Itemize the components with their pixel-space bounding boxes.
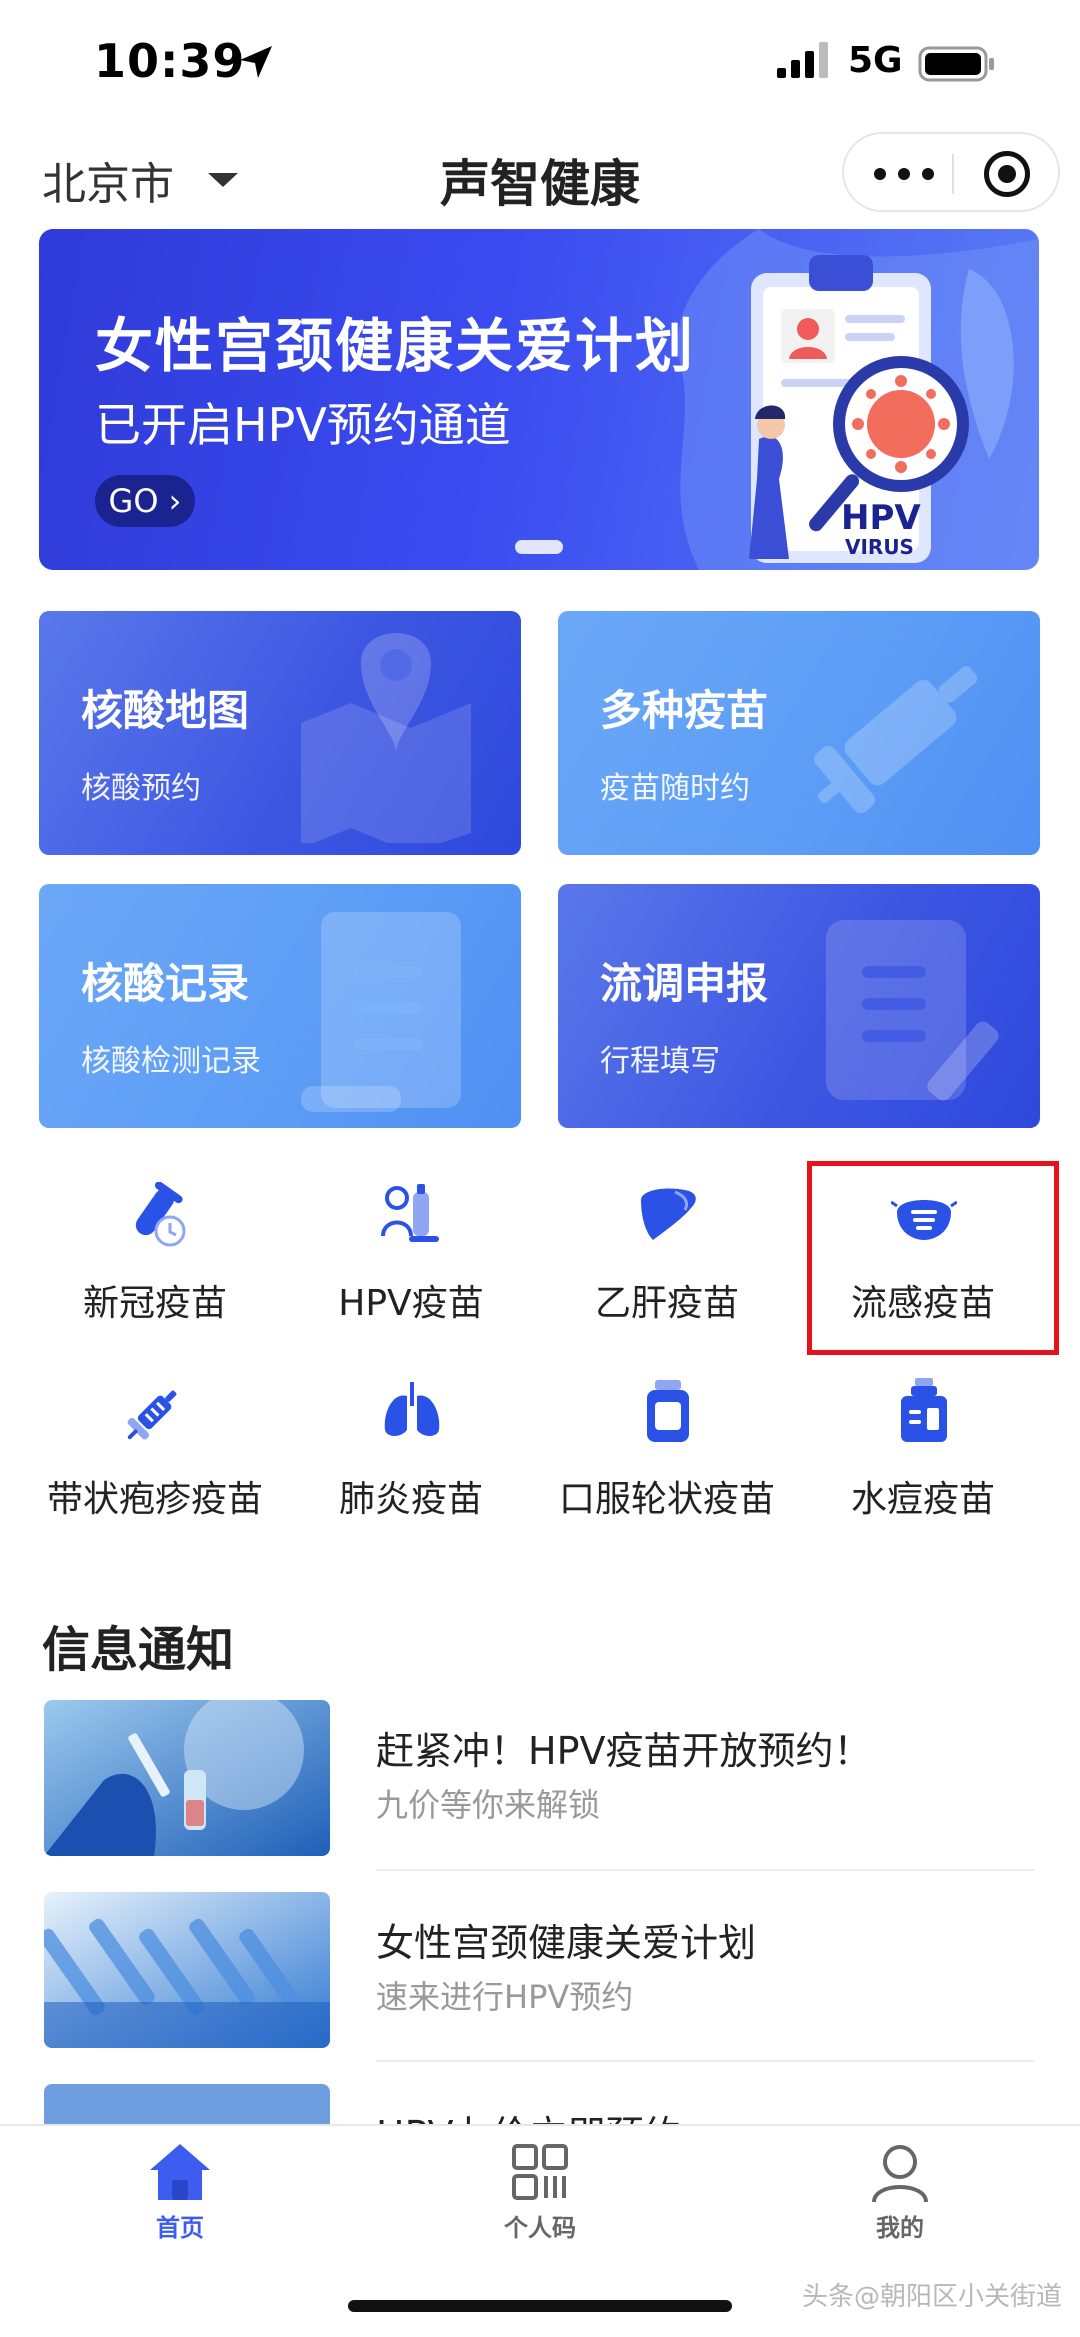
- card-subtitle: 行程填写: [600, 1044, 720, 1079]
- vaccine-covid[interactable]: 新冠疫苗: [27, 1182, 283, 1324]
- syringe-icon: [814, 666, 978, 814]
- lungs-icon: [384, 1382, 440, 1436]
- vaccine-hpv[interactable]: HPV疫苗: [283, 1182, 539, 1324]
- tab-label: 我的: [876, 2214, 924, 2242]
- watermark: 头条@朝阳区小关街道: [801, 2282, 1062, 2312]
- scroll-icon: [301, 912, 461, 1112]
- news-item[interactable]: 赶紧冲！HPV疫苗开放预约！ 九价等你来解锁: [44, 1700, 1034, 1860]
- vaccine-label: 口服轮状疫苗: [558, 1479, 775, 1520]
- miniprogram-capsule: [842, 132, 1060, 212]
- vial-icon: [901, 1378, 947, 1442]
- vaccine-label: 带状疱疹疫苗: [46, 1479, 263, 1520]
- close-miniprogram-button[interactable]: [984, 151, 1030, 197]
- signal-icon: [777, 42, 828, 78]
- syringe-icon: [127, 1390, 177, 1440]
- vaccine-pneumonia[interactable]: 肺炎疫苗: [283, 1378, 539, 1520]
- test-tube-clock-icon: [135, 1182, 186, 1247]
- liver-icon: [641, 1188, 696, 1240]
- vaccine-label: HPV疫苗: [338, 1283, 484, 1324]
- vaccine-shingles[interactable]: 带状疱疹疫苗: [27, 1378, 283, 1520]
- dot: [874, 168, 886, 180]
- network-type: 5G: [848, 40, 903, 81]
- vaccine-label: 新冠疫苗: [82, 1283, 227, 1324]
- news-subtitle: 速来进行HPV预约: [376, 1978, 634, 2016]
- qr-code-icon: [512, 2144, 568, 2200]
- tab-personal-code[interactable]: 个人码: [440, 2140, 640, 2250]
- banner-go-button[interactable]: GO ›: [95, 475, 195, 527]
- info-section-title: 信息通知: [42, 1622, 235, 1678]
- bottle-icon: [647, 1380, 689, 1442]
- vaccine-hepatitis-b[interactable]: 乙肝疫苗: [539, 1182, 795, 1324]
- card-multi-vaccine[interactable]: 多种疫苗 疫苗随时约: [558, 611, 1040, 855]
- document-edit-icon: [826, 920, 999, 1101]
- vaccine-label: 乙肝疫苗: [594, 1283, 739, 1324]
- tab-mine[interactable]: 我的: [800, 2140, 1000, 2250]
- card-title: 核酸地图: [81, 686, 250, 735]
- more-options-button[interactable]: [874, 154, 934, 194]
- banner-subtitle: 已开启HPV预约通道: [95, 398, 511, 452]
- card-subtitle: 核酸预约: [81, 771, 201, 806]
- news-thumbnail: [44, 1892, 330, 2048]
- news-item[interactable]: 女性宫颈健康关爱计划 速来进行HPV预约: [44, 1892, 1034, 2052]
- home-indicator: [348, 2300, 732, 2312]
- card-title: 核酸记录: [81, 959, 250, 1008]
- list-divider: [376, 1869, 1034, 1871]
- news-thumbnail: [44, 1700, 330, 1856]
- selection-highlight-box: [807, 1161, 1059, 1355]
- battery-icon: [918, 46, 994, 82]
- virus-art-text: VIRUS: [845, 535, 914, 559]
- status-time: 10:39: [94, 34, 246, 88]
- carousel-indicator: [515, 540, 563, 554]
- card-subtitle: 疫苗随时约: [600, 771, 750, 806]
- vaccine-rotavirus[interactable]: 口服轮状疫苗: [539, 1378, 795, 1520]
- vaccine-label: 肺炎疫苗: [338, 1479, 483, 1520]
- banner-title: 女性宫颈健康关爱计划: [95, 312, 696, 380]
- news-title: 女性宫颈健康关爱计划: [376, 1921, 757, 1965]
- location-arrow-icon: [240, 46, 272, 78]
- news-subtitle: 九价等你来解锁: [376, 1786, 601, 1824]
- card-nucleic-record[interactable]: 核酸记录 核酸检测记录: [39, 884, 521, 1128]
- status-bar: 10:39 5G: [0, 0, 1080, 130]
- card-title: 多种疫苗: [600, 686, 769, 735]
- card-nucleic-map[interactable]: 核酸地图 核酸预约: [39, 611, 521, 855]
- lab-person-icon: [381, 1184, 439, 1242]
- list-divider: [376, 2060, 1034, 2062]
- card-epidemic-report[interactable]: 流调申报 行程填写: [558, 884, 1040, 1128]
- card-title: 流调申报: [600, 959, 769, 1008]
- hpv-clipboard-illustration: HPV VIRUS: [677, 229, 1039, 570]
- dot: [898, 168, 910, 180]
- card-subtitle: 核酸检测记录: [81, 1044, 261, 1079]
- promo-banner[interactable]: HPV VIRUS 女性宫颈健康关爱计划 已开启HPV预约通道 GO ›: [39, 229, 1039, 570]
- nav-bar: 北京市 声智健康: [0, 130, 1080, 230]
- news-title: 赶紧冲！HPV疫苗开放预约！: [376, 1729, 872, 1773]
- user-icon: [872, 2145, 928, 2203]
- home-icon: [150, 2144, 210, 2200]
- hpv-art-text: HPV: [841, 498, 921, 538]
- tab-home[interactable]: 首页: [80, 2140, 280, 2250]
- map-pin-icon: [301, 633, 471, 843]
- vaccine-label: 水痘疫苗: [850, 1479, 995, 1520]
- tab-label: 个人码: [504, 2214, 576, 2242]
- tab-label: 首页: [156, 2214, 204, 2242]
- dot: [922, 168, 934, 180]
- capsule-divider: [952, 154, 954, 194]
- vaccine-varicella[interactable]: 水痘疫苗: [795, 1378, 1051, 1520]
